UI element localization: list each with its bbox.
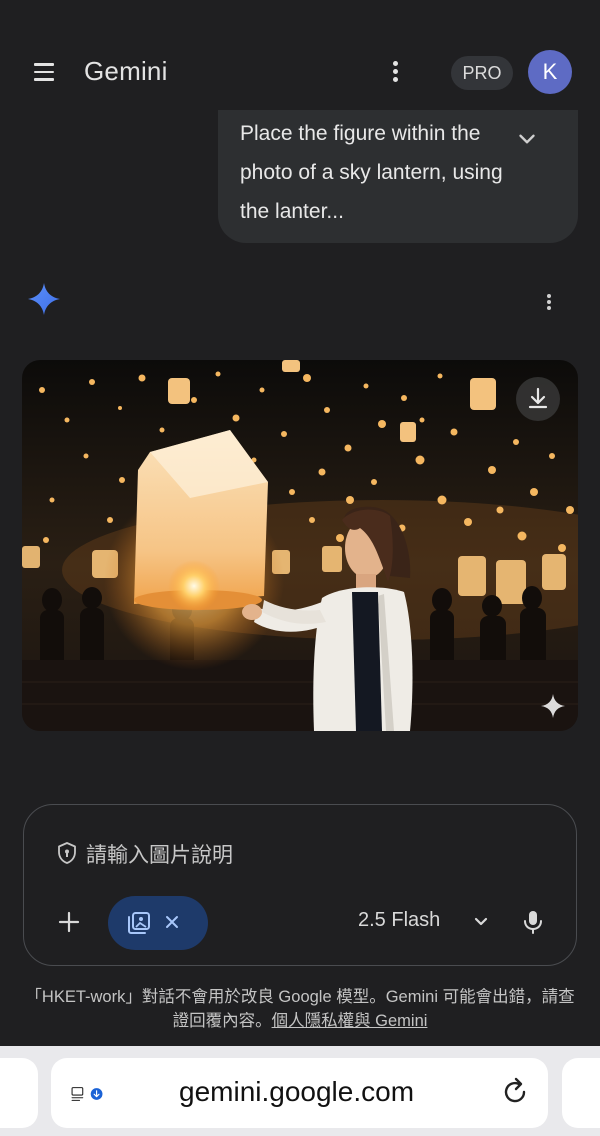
model-label: 2.5 Flash	[358, 909, 441, 931]
next-tab[interactable]	[562, 1058, 600, 1128]
close-icon[interactable]	[164, 914, 180, 930]
model-selector[interactable]: 2.5 Flash	[358, 909, 488, 935]
top-app-bar: Gemini PRO K	[0, 40, 600, 106]
address-bar[interactable]: gemini.google.com	[51, 1058, 548, 1128]
pro-badge[interactable]: PRO	[451, 56, 513, 90]
browser-toolbar: gemini.google.com	[0, 1046, 600, 1136]
chevron-down-icon[interactable]	[514, 126, 540, 152]
user-message-text: Place the figure within the photo of a s…	[240, 122, 503, 223]
add-icon[interactable]	[56, 909, 82, 935]
sky-lantern-photo	[22, 360, 578, 731]
image-tool-chip[interactable]	[108, 896, 208, 950]
prompt-placeholder[interactable]: 請輸入圖片說明	[86, 839, 286, 869]
prompt-composer: 請輸入圖片說明 2.5 Flash	[23, 804, 577, 966]
privacy-link[interactable]: 個人隱私權與 Gemini	[272, 1012, 428, 1030]
image-gallery-icon	[128, 912, 150, 934]
app-title: Gemini	[84, 56, 168, 86]
privacy-disclaimer: 「HKET-work」對話不會用於改良 Google 模型。Gemini 可能會…	[24, 985, 576, 1033]
previous-tab[interactable]	[0, 1058, 38, 1128]
shield-icon	[58, 842, 76, 864]
microphone-icon[interactable]	[522, 909, 544, 935]
ai-watermark-icon	[541, 694, 565, 718]
response-more-icon[interactable]	[538, 292, 560, 316]
download-icon	[528, 387, 548, 409]
more-options-icon[interactable]	[382, 58, 408, 88]
avatar[interactable]: K	[528, 50, 572, 94]
reload-icon[interactable]	[502, 1077, 530, 1107]
gemini-sparkle-icon	[28, 283, 60, 315]
url-text[interactable]: gemini.google.com	[179, 1076, 414, 1108]
page-settings-icon[interactable]	[71, 1079, 103, 1109]
chevron-down-icon	[474, 917, 488, 926]
user-message-bubble: Place the figure within the photo of a s…	[218, 110, 578, 243]
download-button[interactable]	[516, 377, 560, 421]
generated-image[interactable]	[22, 360, 578, 731]
menu-icon[interactable]	[28, 58, 62, 88]
